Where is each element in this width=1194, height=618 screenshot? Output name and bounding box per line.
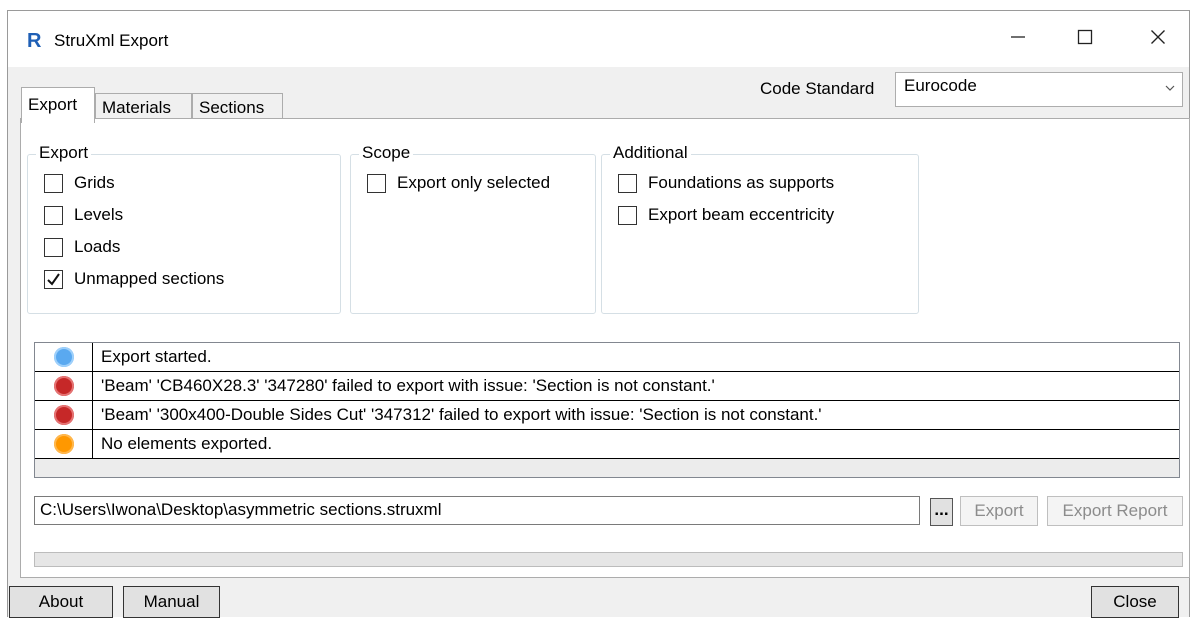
log-row[interactable]: 'Beam' '300x400-Double Sides Cut' '34731…	[35, 401, 1179, 430]
scope-group-title: Scope	[359, 143, 414, 163]
minimize-icon	[1011, 36, 1025, 38]
unmapped-sections-option[interactable]: Unmapped sections	[44, 269, 224, 289]
grids-checkbox[interactable]	[44, 173, 63, 193]
close-button[interactable]: Close	[1091, 586, 1179, 618]
scope-group: Scope Export only selected	[350, 143, 596, 314]
loads-label: Loads	[74, 237, 121, 256]
maximize-icon	[1077, 29, 1093, 45]
foundations-as-supports-option[interactable]: Foundations as supports	[618, 173, 834, 193]
levels-option[interactable]: Levels	[44, 205, 123, 225]
export-only-selected-label: Export only selected	[397, 173, 551, 192]
export-report-button[interactable]: Export Report	[1047, 496, 1183, 526]
foundations-as-supports-label: Foundations as supports	[648, 173, 835, 192]
additional-group: Additional Foundations as supports Expor…	[601, 143, 919, 314]
title-bar: R StruXml Export	[8, 11, 1189, 67]
struxml-export-window: R StruXml Export Code Standard Eurocode …	[7, 10, 1190, 618]
code-standard-dropdown[interactable]: Eurocode	[895, 72, 1183, 107]
grids-label: Grids	[74, 173, 115, 192]
manual-button[interactable]: Manual	[123, 586, 220, 618]
loads-checkbox[interactable]	[44, 237, 63, 257]
unmapped-sections-label: Unmapped sections	[74, 269, 225, 288]
error-status-icon	[53, 405, 74, 425]
export-only-selected-checkbox[interactable]	[367, 173, 386, 193]
log-row[interactable]: 'Beam' 'CB460X28.3' '347280' failed to e…	[35, 372, 1179, 401]
export-beam-eccentricity-label: Export beam eccentricity	[648, 205, 835, 224]
code-standard-value: Eurocode	[904, 76, 977, 95]
export-progress-bar	[34, 552, 1183, 567]
output-path-field[interactable]: C:\Users\Iwona\Desktop\asymmetric sectio…	[34, 496, 920, 525]
loads-option[interactable]: Loads	[44, 237, 120, 257]
log-message: 'Beam' 'CB460X28.3' '347280' failed to e…	[101, 376, 715, 395]
export-log-list[interactable]: Export started. 'Beam' 'CB460X28.3' '347…	[34, 342, 1180, 478]
error-status-icon	[53, 376, 74, 396]
export-only-selected-option[interactable]: Export only selected	[367, 173, 550, 193]
levels-checkbox[interactable]	[44, 205, 63, 225]
export-group-title: Export	[36, 143, 92, 163]
minimize-button[interactable]	[995, 11, 1041, 63]
log-message: Export started.	[101, 347, 212, 366]
export-beam-eccentricity-option[interactable]: Export beam eccentricity	[618, 205, 834, 225]
code-standard-label: Code Standard	[760, 79, 875, 98]
browse-button[interactable]: ...	[930, 498, 953, 526]
grids-option[interactable]: Grids	[44, 173, 115, 193]
export-button[interactable]: Export	[960, 496, 1038, 526]
warning-status-icon	[53, 434, 74, 454]
maximize-button[interactable]	[1062, 11, 1108, 63]
log-message: 'Beam' '300x400-Double Sides Cut' '34731…	[101, 405, 822, 424]
info-status-icon	[53, 347, 74, 367]
window-title: StruXml Export	[54, 31, 169, 50]
log-message: No elements exported.	[101, 434, 273, 453]
export-beam-eccentricity-checkbox[interactable]	[618, 205, 637, 225]
foundations-as-supports-checkbox[interactable]	[618, 173, 637, 193]
additional-group-title: Additional	[610, 143, 691, 163]
tab-export[interactable]: Export	[21, 87, 95, 123]
log-row[interactable]: No elements exported.	[35, 430, 1179, 459]
unmapped-sections-checkbox[interactable]	[44, 269, 63, 289]
levels-label: Levels	[74, 205, 124, 224]
checkmark-icon	[47, 272, 60, 286]
close-icon	[1151, 30, 1165, 44]
about-button[interactable]: About	[9, 586, 113, 618]
log-row[interactable]: Export started.	[35, 343, 1179, 372]
export-tab-panel: Export Grids Levels Loads Unmapped secti…	[20, 118, 1190, 578]
revit-app-icon: R	[27, 30, 42, 52]
close-window-button[interactable]	[1135, 11, 1181, 63]
export-group: Export Grids Levels Loads Unmapped secti…	[27, 143, 341, 314]
chevron-down-icon	[1165, 85, 1175, 91]
